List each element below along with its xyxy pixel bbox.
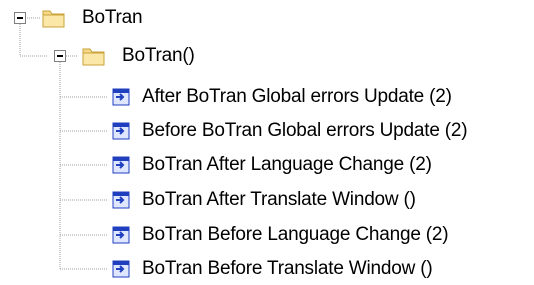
event-item-icon [112,191,130,209]
tree-node-label-root[interactable]: BoTran [82,5,143,31]
tree-leaf-label[interactable]: BoTran Before Language Change (2) [142,222,449,248]
collapse-toggle-child[interactable] [54,50,66,62]
tree-leaf-label[interactable]: BoTran Before Translate Window () [142,256,433,282]
tree-leaf-label[interactable]: BoTran After Language Change (2) [142,152,432,178]
event-item-icon [112,226,130,244]
collapse-toggle-root[interactable] [14,12,26,24]
tree-view: BoTran BoTran() After BoTran Global erro… [0,0,534,285]
event-item-icon [112,260,130,278]
folder-icon [42,10,65,28]
event-item-icon [112,88,130,106]
folder-icon [82,48,105,66]
event-item-icon [112,156,130,174]
tree-node-label-child[interactable]: BoTran() [122,43,195,69]
tree-leaf-label[interactable]: BoTran After Translate Window () [142,187,416,213]
tree-leaf-label[interactable]: After BoTran Global errors Update (2) [142,84,452,110]
event-item-icon [112,122,130,140]
tree-leaf-label[interactable]: Before BoTran Global errors Update (2) [142,118,468,144]
